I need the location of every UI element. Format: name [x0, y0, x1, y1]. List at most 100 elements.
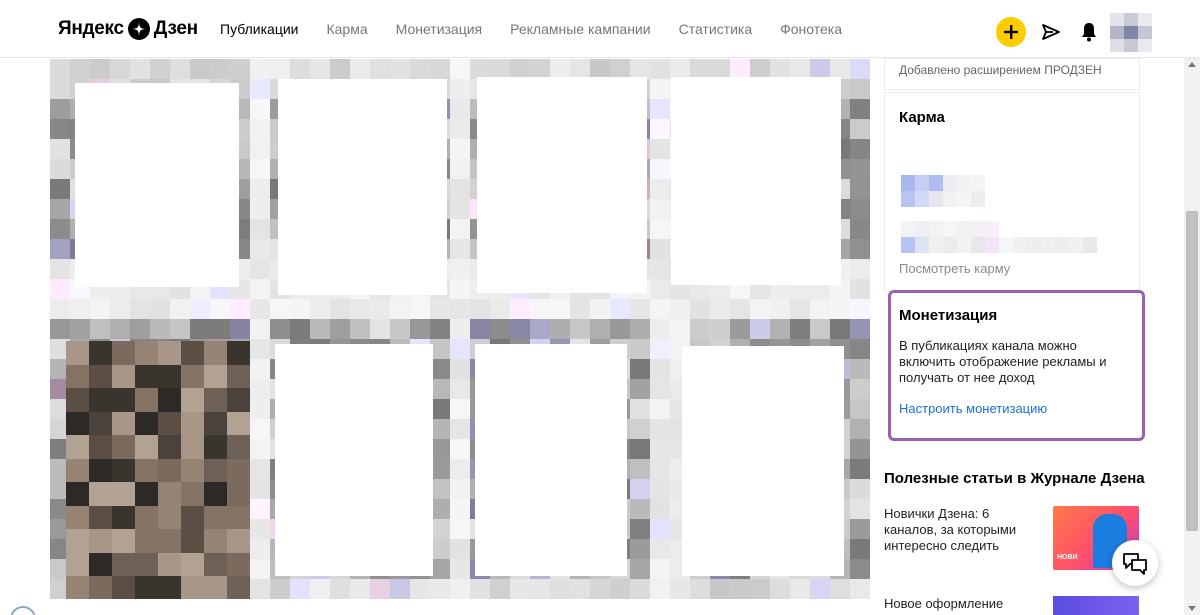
nav-statistics[interactable]: Статистика: [679, 21, 753, 37]
publication-card[interactable]: [477, 77, 647, 293]
photo-pixel: [181, 505, 204, 529]
blur-pixel: [670, 319, 690, 339]
blur-pixel: [430, 359, 450, 379]
blur-pixel: [250, 519, 270, 539]
blur-pixel: [490, 579, 510, 599]
view-karma-link[interactable]: Посмотреть карму: [899, 261, 1010, 276]
article-title[interactable]: Новички Дзена: 6 каналов, за которыми ин…: [884, 506, 1034, 554]
scroll-up-arrow[interactable]: [1188, 62, 1196, 67]
blur-pixel: [630, 479, 650, 499]
photo-pixel: [181, 388, 204, 412]
photo-pixel: [227, 435, 250, 459]
blur-pixel: [50, 79, 70, 99]
blur-pixel: [690, 579, 710, 599]
photo-pixel: [158, 576, 181, 599]
photo-pixel: [158, 388, 181, 412]
blur-pixel: [290, 319, 310, 339]
floating-circle-icon[interactable]: [10, 606, 36, 615]
page-scrollbar[interactable]: [1184, 58, 1200, 615]
blur-pixel: [650, 419, 670, 439]
photo-pixel: [181, 552, 204, 576]
blur-pixel: [250, 579, 270, 599]
blur-pixel: [250, 279, 270, 299]
notifications-button[interactable]: [1076, 19, 1102, 45]
nav-publications[interactable]: Публикации: [220, 21, 298, 37]
blur-pixel: [170, 319, 190, 339]
blur-pixel: [650, 339, 670, 359]
publication-photo[interactable]: [66, 341, 250, 599]
blur-pixel: [650, 359, 670, 379]
photo-pixel: [112, 435, 135, 459]
nav-karma[interactable]: Карма: [326, 21, 367, 37]
bell-icon: [1082, 23, 1096, 42]
avatar[interactable]: [1110, 13, 1152, 52]
publication-card[interactable]: [278, 79, 447, 295]
blur-pixel: [430, 59, 450, 79]
photo-pixel: [204, 505, 227, 529]
blur-pixel: [450, 119, 470, 139]
blur-pixel: [50, 319, 70, 339]
blur-pixel: [710, 299, 730, 319]
photo-pixel: [89, 505, 112, 529]
article-title[interactable]: Новое оформление: [884, 596, 1034, 612]
blur-pixel: [610, 579, 630, 599]
publication-card[interactable]: [475, 344, 627, 576]
blur-pixel: [250, 439, 270, 459]
blur-pixel: [850, 159, 870, 179]
blur-pixel: [370, 299, 390, 319]
blur-pixel: [570, 579, 590, 599]
blur-pixel: [730, 579, 750, 599]
article-item[interactable]: Новички Дзена: 6 каналов, за которыми ин…: [884, 506, 1140, 570]
blur-pixel: [630, 339, 650, 359]
blur-pixel: [850, 239, 870, 259]
create-plus-button[interactable]: [996, 17, 1026, 47]
nav-ad-campaigns[interactable]: Рекламные кампании: [510, 21, 650, 37]
photo-pixel: [204, 482, 227, 506]
blur-pixel: [650, 519, 670, 539]
scroll-down-arrow[interactable]: [1188, 606, 1196, 611]
blur-pixel: [650, 139, 670, 159]
blur-pixel: [450, 579, 470, 599]
photo-pixel: [89, 341, 112, 365]
blur-pixel: [250, 419, 270, 439]
nav-monetization[interactable]: Монетизация: [396, 21, 483, 37]
blur-pixel: [430, 339, 450, 359]
blur-pixel: [250, 399, 270, 419]
publication-card[interactable]: [671, 77, 841, 285]
blur-pixel: [250, 99, 270, 119]
blur-pixel: [610, 59, 630, 79]
setup-monetization-link[interactable]: Настроить монетизацию: [899, 401, 1132, 416]
prozen-note: Добавлено расширением ПРОДЗЕН: [884, 58, 1140, 90]
blur-pixel: [450, 499, 470, 519]
karma-metric-blurred: [901, 191, 985, 207]
blur-pixel: [630, 379, 650, 399]
yandex-zen-logo[interactable]: Яндекс Дзен: [58, 18, 198, 40]
article-thumbnail[interactable]: [1053, 596, 1139, 615]
publication-card[interactable]: [75, 83, 239, 287]
blur-pixel: [610, 299, 630, 319]
photo-pixel: [89, 482, 112, 506]
blur-pixel: [390, 579, 410, 599]
blur-pixel: [450, 199, 470, 219]
blur-pixel: [450, 99, 470, 119]
publication-card[interactable]: [275, 344, 433, 576]
blur-pixel: [650, 219, 670, 239]
blur-pixel: [850, 379, 870, 399]
blur-pixel: [410, 59, 430, 79]
publication-card[interactable]: [682, 346, 844, 576]
blur-pixel: [650, 119, 670, 139]
blur-pixel: [350, 319, 370, 339]
photo-pixel: [135, 576, 158, 599]
blur-pixel: [850, 479, 870, 499]
blur-pixel: [450, 359, 470, 379]
article-item[interactable]: Новое оформление: [884, 596, 1140, 615]
support-chat-button[interactable]: [1112, 540, 1158, 586]
blur-pixel: [450, 139, 470, 159]
send-button[interactable]: [1038, 19, 1064, 45]
nav-phonotheque[interactable]: Фонотека: [780, 21, 842, 37]
blur-pixel: [650, 399, 670, 419]
blur-pixel: [450, 439, 470, 459]
photo-pixel: [89, 435, 112, 459]
scrollbar-thumb[interactable]: [1186, 211, 1198, 531]
blur-pixel: [790, 299, 810, 319]
